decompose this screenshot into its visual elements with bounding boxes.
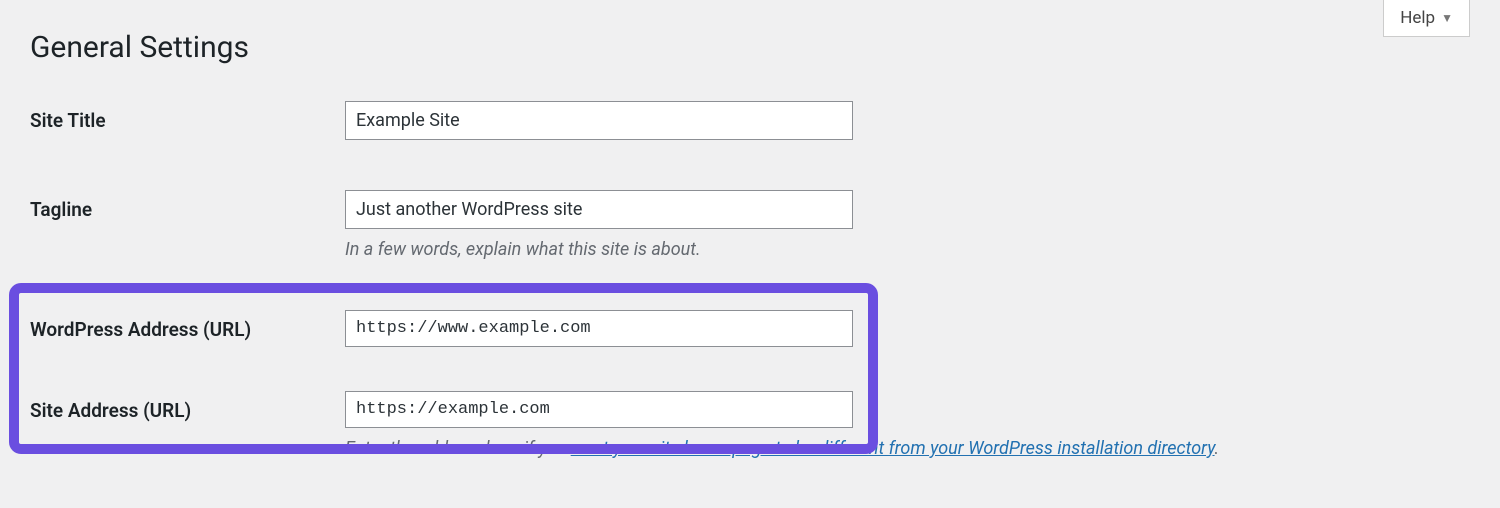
site-url-input[interactable] bbox=[345, 391, 853, 428]
site-url-field: Enter the address here if you want your … bbox=[345, 391, 1470, 459]
wp-url-field bbox=[345, 310, 1470, 347]
site-title-input[interactable] bbox=[345, 101, 853, 140]
site-url-desc-after: . bbox=[1215, 438, 1220, 459]
site-url-label: Site Address (URL) bbox=[30, 391, 345, 422]
chevron-down-icon: ▼ bbox=[1441, 11, 1453, 25]
site-title-row: Site Title bbox=[0, 101, 1500, 140]
wp-url-input[interactable] bbox=[345, 310, 853, 347]
site-url-description: Enter the address here if you want your … bbox=[345, 438, 1470, 459]
help-tab[interactable]: Help ▼ bbox=[1383, 0, 1470, 37]
tagline-row: Tagline In a few words, explain what thi… bbox=[0, 190, 1500, 260]
site-title-label: Site Title bbox=[30, 101, 345, 132]
site-title-field bbox=[345, 101, 1470, 140]
tagline-description: In a few words, explain what this site i… bbox=[345, 239, 1470, 260]
site-url-desc-before: Enter the address here if you bbox=[345, 438, 571, 459]
settings-form: Site Title Tagline In a few words, expla… bbox=[0, 101, 1500, 459]
site-url-row: Site Address (URL) Enter the address her… bbox=[0, 391, 1500, 459]
tagline-input[interactable] bbox=[345, 190, 853, 229]
help-label: Help bbox=[1400, 8, 1435, 28]
site-url-desc-link[interactable]: want your site home page to be different… bbox=[571, 438, 1215, 459]
page-title: General Settings bbox=[0, 0, 1500, 65]
wp-url-label: WordPress Address (URL) bbox=[30, 310, 345, 341]
tagline-field: In a few words, explain what this site i… bbox=[345, 190, 1470, 260]
tagline-label: Tagline bbox=[30, 190, 345, 221]
wp-url-row: WordPress Address (URL) bbox=[0, 310, 1500, 347]
